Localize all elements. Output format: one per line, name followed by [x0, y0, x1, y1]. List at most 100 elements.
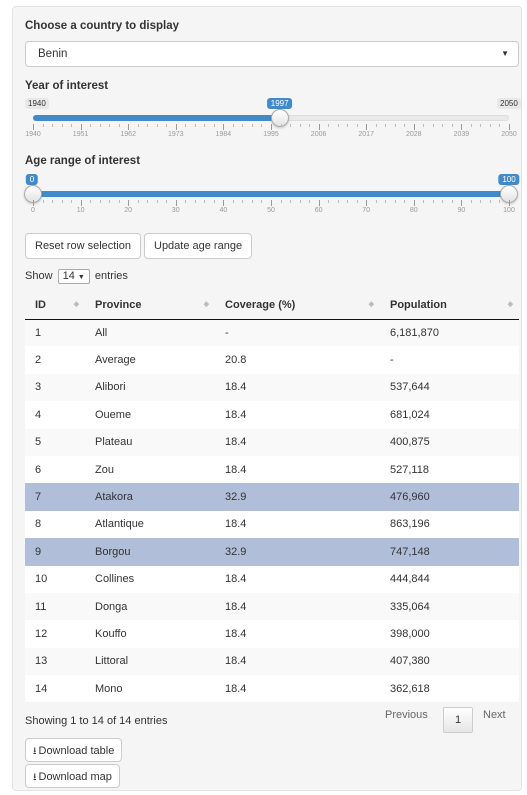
cell-id: 14: [25, 675, 85, 703]
slider-tick: [118, 200, 120, 203]
cell-province: Donga: [85, 592, 215, 621]
slider-tick: [499, 124, 501, 127]
slider-tick: [509, 200, 510, 206]
table-row[interactable]: 9 Borgou 32.9 747,148: [25, 538, 519, 566]
slider-tick: [432, 200, 434, 203]
slider-tick-label: 2017: [358, 131, 374, 138]
cell-coverage: 20.8: [215, 346, 380, 374]
slider-tick: [509, 124, 510, 130]
cell-province: Zou: [85, 455, 215, 484]
cell-coverage: 18.4: [215, 373, 380, 402]
slider-tick: [185, 124, 187, 127]
reset-selection-button[interactable]: Reset row selection: [25, 233, 141, 259]
slider-tick: [52, 200, 54, 203]
slider-tick: [318, 200, 320, 206]
page-size-select[interactable]: 14 ▼: [57, 269, 90, 284]
slider-tick: [223, 124, 225, 130]
download-map-button[interactable]: ⭳ Download map: [25, 764, 120, 788]
cell-province: Plateau: [85, 428, 215, 456]
column-header[interactable]: Province ◆: [85, 291, 215, 320]
column-header[interactable]: ID ◆: [25, 291, 85, 320]
cell-province: All: [85, 319, 215, 347]
year-slider-fill: [33, 115, 280, 121]
slider-tick: [442, 200, 444, 203]
slider-tick: [309, 124, 311, 127]
table-row[interactable]: 10 Collines 18.4 444,844: [25, 565, 519, 593]
slider-tick: [404, 200, 406, 203]
slider-tick: [80, 124, 82, 130]
slider-tick: [356, 124, 358, 127]
cell-coverage: 18.4: [215, 401, 380, 429]
table-row[interactable]: 14 Mono 18.4 362,618: [25, 675, 519, 703]
table-row[interactable]: 8 Atlantique 18.4 863,196: [25, 510, 519, 539]
table-row[interactable]: 3 Alibori 18.4 537,644: [25, 373, 519, 402]
slider-tick-label: 100: [503, 207, 515, 214]
download-icon: ⭳: [33, 772, 37, 783]
slider-tick-label: 0: [31, 207, 35, 214]
slider-tick: [90, 200, 92, 203]
next-page-link[interactable]: Next: [483, 709, 506, 721]
sort-icon: ◆: [368, 301, 374, 308]
slider-tick: [61, 124, 63, 127]
slider-tick: [204, 124, 206, 127]
cell-coverage: 18.4: [215, 592, 380, 621]
table-row[interactable]: 4 Oueme 18.4 681,024: [25, 401, 519, 429]
cell-population: 335,064: [380, 592, 519, 621]
cell-province: Atlantique: [85, 510, 215, 539]
cell-population: 444,844: [380, 565, 519, 593]
previous-page-link[interactable]: Previous: [385, 709, 428, 721]
slider-tick: [166, 200, 168, 203]
country-select[interactable]: Benin ▼: [25, 41, 519, 67]
slider-tick: [175, 124, 177, 130]
table-row[interactable]: 13 Littoral 18.4 407,380: [25, 647, 519, 676]
cell-population: 747,148: [380, 538, 519, 566]
province-table: ID ◆ Province ◆ Coverage (%) ◆ Population ◆ 1 Al…: [25, 291, 519, 703]
slider-tick: [347, 124, 349, 127]
cell-coverage: 18.4: [215, 647, 380, 676]
update-age-button[interactable]: Update age range: [144, 233, 253, 259]
cell-id: 4: [25, 401, 85, 429]
table-row[interactable]: 11 Donga 18.4 335,064: [25, 592, 519, 621]
age-from-badge: 0: [25, 174, 39, 185]
slider-tick: [42, 124, 44, 127]
cell-id: 10: [25, 565, 85, 593]
cell-population: 407,380: [380, 647, 519, 676]
cell-population: 681,024: [380, 401, 519, 429]
slider-tick: [375, 200, 377, 203]
slider-tick: [432, 124, 434, 127]
slider-tick: [280, 124, 282, 127]
slider-tick: [223, 200, 225, 206]
slider-tick: [337, 200, 339, 203]
column-header[interactable]: Population ◆: [380, 291, 519, 320]
slider-tick: [242, 200, 244, 203]
cell-province: Average: [85, 346, 215, 374]
table-row[interactable]: 1 All -6,181,870: [25, 319, 519, 347]
column-header[interactable]: Coverage (%) ◆: [215, 291, 380, 320]
cell-id: 3: [25, 373, 85, 402]
slider-tick: [499, 200, 501, 203]
table-row[interactable]: 7 Atakora 32.9 476,960: [25, 483, 519, 511]
slider-tick: [470, 200, 472, 203]
slider-tick: [128, 200, 130, 206]
download-table-button[interactable]: ⭳ Download table: [25, 738, 123, 762]
slider-tick: [271, 124, 272, 130]
slider-tick: [280, 200, 282, 203]
slider-tick: [442, 124, 444, 127]
year-max: 2050: [497, 98, 521, 109]
slider-tick: [375, 124, 377, 127]
table-row[interactable]: 6 Zou 18.4 527,118: [25, 455, 519, 484]
slider-tick: [175, 200, 177, 206]
slider-tick: [147, 200, 149, 203]
chevron-down-icon: ▼: [501, 49, 509, 58]
page-1-button[interactable]: 1: [443, 707, 473, 733]
table-row[interactable]: 12 Kouffo 18.4 398,000: [25, 620, 519, 648]
slider-tick-label: 90: [457, 207, 466, 214]
cell-coverage: 18.4: [215, 565, 380, 593]
cell-province: Kouffo: [85, 620, 215, 648]
cell-id: 2: [25, 346, 85, 374]
slider-tick-label: 70: [362, 207, 371, 214]
table-row[interactable]: 2 Average 20.8-: [25, 346, 519, 374]
slider-tick: [461, 124, 463, 130]
table-row[interactable]: 5 Plateau 18.4 400,875: [25, 428, 519, 456]
entries-label: entries: [94, 270, 128, 282]
